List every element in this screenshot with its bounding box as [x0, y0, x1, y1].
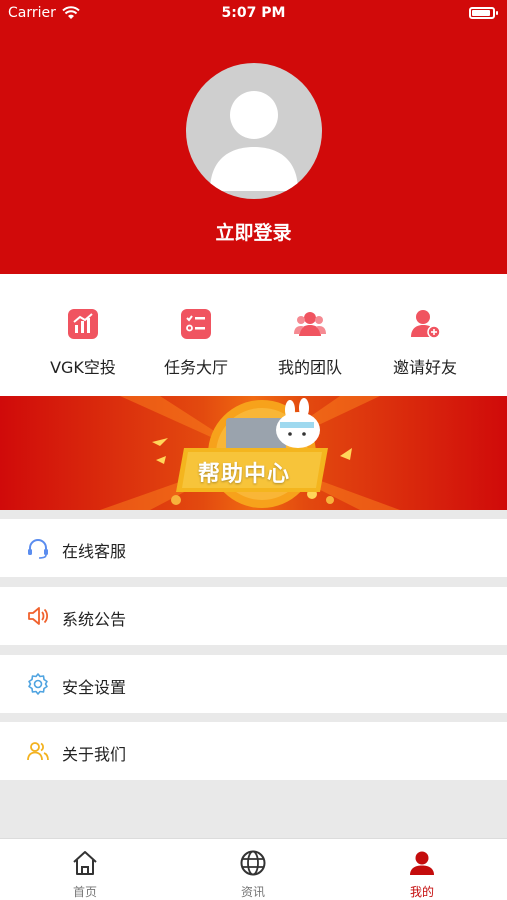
login-link[interactable]: 立即登录: [0, 218, 507, 245]
avatar[interactable]: [186, 63, 322, 199]
home-icon: [73, 851, 97, 875]
banner-illustration: [100, 396, 400, 510]
menu-item-about-us[interactable]: 关于我们: [0, 722, 507, 780]
tab-news[interactable]: 资讯: [203, 839, 303, 900]
bar-chart-icon: [68, 309, 98, 339]
action-task-hall[interactable]: 任务大厅: [133, 274, 259, 396]
tab-label: 首页: [72, 885, 97, 899]
team-icon: [294, 312, 326, 336]
users-icon: [27, 742, 49, 761]
menu-label: 安全设置: [62, 678, 127, 697]
profile-header: Carrier 5:07 PM 立即登录: [0, 0, 507, 274]
action-label: 邀请好友: [392, 358, 457, 377]
gear-icon: [28, 673, 48, 695]
menu-label: 在线客服: [62, 542, 127, 561]
tab-bar: 首页 资讯 我的: [0, 838, 507, 900]
quick-actions: VGK空投 任务大厅 我的团队 邀请好友: [0, 274, 507, 396]
banner-title: 帮助中心: [198, 462, 291, 487]
action-label: VGK空投: [50, 358, 116, 377]
tab-home[interactable]: 首页: [35, 839, 135, 900]
action-label: 我的团队: [277, 358, 342, 377]
menu-label: 系统公告: [62, 610, 127, 629]
tab-mine[interactable]: 我的: [372, 839, 472, 900]
action-label: 任务大厅: [163, 358, 228, 377]
action-invite-friends[interactable]: 邀请好友: [362, 274, 488, 396]
globe-icon: [240, 850, 266, 876]
battery-icon: [469, 7, 498, 19]
menu-item-system-notice[interactable]: 系统公告: [0, 587, 507, 645]
action-vgk-airdrop[interactable]: VGK空投: [20, 274, 146, 396]
tab-label: 资讯: [240, 885, 265, 899]
avatar-placeholder-icon: [210, 91, 298, 191]
menu-item-security-settings[interactable]: 安全设置: [0, 655, 507, 713]
menu-label: 关于我们: [62, 745, 127, 764]
status-bar: Carrier 5:07 PM: [0, 0, 507, 28]
speaker-icon: [28, 607, 49, 625]
task-list-icon: [181, 309, 211, 339]
action-my-team[interactable]: 我的团队: [247, 274, 373, 396]
headset-icon: [28, 539, 48, 559]
status-time: 5:07 PM: [221, 5, 286, 21]
tab-label: 我的: [409, 885, 434, 899]
help-center-banner[interactable]: 帮助中心: [0, 396, 507, 510]
add-user-icon: [411, 310, 441, 339]
menu-item-online-support[interactable]: 在线客服: [0, 519, 507, 577]
profile-icon: [410, 851, 434, 875]
